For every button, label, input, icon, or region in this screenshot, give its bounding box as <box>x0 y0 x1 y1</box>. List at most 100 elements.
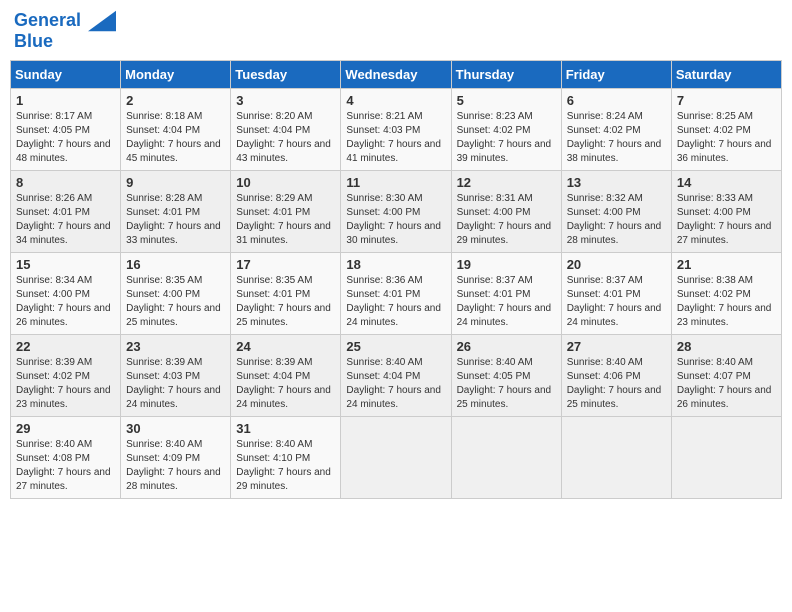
calendar-week-row: 22 Sunrise: 8:39 AMSunset: 4:02 PMDaylig… <box>11 334 782 416</box>
day-number: 22 <box>16 339 115 354</box>
logo-blue: Blue <box>14 32 116 52</box>
calendar-cell <box>671 416 781 498</box>
day-number: 25 <box>346 339 445 354</box>
day-number: 11 <box>346 175 445 190</box>
calendar-cell: 24 Sunrise: 8:39 AMSunset: 4:04 PMDaylig… <box>231 334 341 416</box>
cell-info: Sunrise: 8:39 AMSunset: 4:04 PMDaylight:… <box>236 357 331 410</box>
calendar-cell: 23 Sunrise: 8:39 AMSunset: 4:03 PMDaylig… <box>121 334 231 416</box>
cell-info: Sunrise: 8:29 AMSunset: 4:01 PMDaylight:… <box>236 193 331 246</box>
page-header: General Blue <box>10 10 782 52</box>
day-number: 8 <box>16 175 115 190</box>
cell-info: Sunrise: 8:21 AMSunset: 4:03 PMDaylight:… <box>346 111 441 164</box>
cell-info: Sunrise: 8:23 AMSunset: 4:02 PMDaylight:… <box>457 111 552 164</box>
calendar-cell: 7 Sunrise: 8:25 AMSunset: 4:02 PMDayligh… <box>671 88 781 170</box>
calendar-week-row: 29 Sunrise: 8:40 AMSunset: 4:08 PMDaylig… <box>11 416 782 498</box>
calendar-cell: 26 Sunrise: 8:40 AMSunset: 4:05 PMDaylig… <box>451 334 561 416</box>
day-number: 23 <box>126 339 225 354</box>
cell-info: Sunrise: 8:38 AMSunset: 4:02 PMDaylight:… <box>677 275 772 328</box>
day-number: 18 <box>346 257 445 272</box>
day-number: 31 <box>236 421 335 436</box>
calendar-cell <box>341 416 451 498</box>
day-number: 9 <box>126 175 225 190</box>
calendar-cell: 17 Sunrise: 8:35 AMSunset: 4:01 PMDaylig… <box>231 252 341 334</box>
calendar-week-row: 8 Sunrise: 8:26 AMSunset: 4:01 PMDayligh… <box>11 170 782 252</box>
day-number: 5 <box>457 93 556 108</box>
calendar-week-row: 15 Sunrise: 8:34 AMSunset: 4:00 PMDaylig… <box>11 252 782 334</box>
calendar-cell: 27 Sunrise: 8:40 AMSunset: 4:06 PMDaylig… <box>561 334 671 416</box>
calendar-table: SundayMondayTuesdayWednesdayThursdayFrid… <box>10 60 782 499</box>
day-of-week-header: Thursday <box>451 60 561 88</box>
calendar-cell: 28 Sunrise: 8:40 AMSunset: 4:07 PMDaylig… <box>671 334 781 416</box>
cell-info: Sunrise: 8:20 AMSunset: 4:04 PMDaylight:… <box>236 111 331 164</box>
day-number: 30 <box>126 421 225 436</box>
calendar-cell: 3 Sunrise: 8:20 AMSunset: 4:04 PMDayligh… <box>231 88 341 170</box>
day-of-week-header: Wednesday <box>341 60 451 88</box>
calendar-cell: 12 Sunrise: 8:31 AMSunset: 4:00 PMDaylig… <box>451 170 561 252</box>
day-of-week-header: Friday <box>561 60 671 88</box>
calendar-header-row: SundayMondayTuesdayWednesdayThursdayFrid… <box>11 60 782 88</box>
cell-info: Sunrise: 8:36 AMSunset: 4:01 PMDaylight:… <box>346 275 441 328</box>
cell-info: Sunrise: 8:39 AMSunset: 4:02 PMDaylight:… <box>16 357 111 410</box>
cell-info: Sunrise: 8:40 AMSunset: 4:10 PMDaylight:… <box>236 439 331 492</box>
cell-info: Sunrise: 8:31 AMSunset: 4:00 PMDaylight:… <box>457 193 552 246</box>
day-of-week-header: Saturday <box>671 60 781 88</box>
calendar-cell: 1 Sunrise: 8:17 AMSunset: 4:05 PMDayligh… <box>11 88 121 170</box>
day-number: 15 <box>16 257 115 272</box>
day-number: 16 <box>126 257 225 272</box>
calendar-cell: 2 Sunrise: 8:18 AMSunset: 4:04 PMDayligh… <box>121 88 231 170</box>
cell-info: Sunrise: 8:28 AMSunset: 4:01 PMDaylight:… <box>126 193 221 246</box>
cell-info: Sunrise: 8:33 AMSunset: 4:00 PMDaylight:… <box>677 193 772 246</box>
calendar-cell: 19 Sunrise: 8:37 AMSunset: 4:01 PMDaylig… <box>451 252 561 334</box>
calendar-cell: 25 Sunrise: 8:40 AMSunset: 4:04 PMDaylig… <box>341 334 451 416</box>
day-number: 4 <box>346 93 445 108</box>
day-number: 27 <box>567 339 666 354</box>
calendar-cell <box>561 416 671 498</box>
calendar-cell: 8 Sunrise: 8:26 AMSunset: 4:01 PMDayligh… <box>11 170 121 252</box>
cell-info: Sunrise: 8:17 AMSunset: 4:05 PMDaylight:… <box>16 111 111 164</box>
cell-info: Sunrise: 8:40 AMSunset: 4:09 PMDaylight:… <box>126 439 221 492</box>
day-number: 29 <box>16 421 115 436</box>
calendar-week-row: 1 Sunrise: 8:17 AMSunset: 4:05 PMDayligh… <box>11 88 782 170</box>
calendar-cell: 15 Sunrise: 8:34 AMSunset: 4:00 PMDaylig… <box>11 252 121 334</box>
cell-info: Sunrise: 8:24 AMSunset: 4:02 PMDaylight:… <box>567 111 662 164</box>
calendar-cell: 10 Sunrise: 8:29 AMSunset: 4:01 PMDaylig… <box>231 170 341 252</box>
day-number: 1 <box>16 93 115 108</box>
day-of-week-header: Sunday <box>11 60 121 88</box>
calendar-cell: 13 Sunrise: 8:32 AMSunset: 4:00 PMDaylig… <box>561 170 671 252</box>
cell-info: Sunrise: 8:40 AMSunset: 4:05 PMDaylight:… <box>457 357 552 410</box>
day-of-week-header: Monday <box>121 60 231 88</box>
cell-info: Sunrise: 8:39 AMSunset: 4:03 PMDaylight:… <box>126 357 221 410</box>
calendar-cell <box>451 416 561 498</box>
cell-info: Sunrise: 8:32 AMSunset: 4:00 PMDaylight:… <box>567 193 662 246</box>
calendar-cell: 18 Sunrise: 8:36 AMSunset: 4:01 PMDaylig… <box>341 252 451 334</box>
day-number: 17 <box>236 257 335 272</box>
cell-info: Sunrise: 8:37 AMSunset: 4:01 PMDaylight:… <box>567 275 662 328</box>
day-number: 21 <box>677 257 776 272</box>
cell-info: Sunrise: 8:25 AMSunset: 4:02 PMDaylight:… <box>677 111 772 164</box>
cell-info: Sunrise: 8:34 AMSunset: 4:00 PMDaylight:… <box>16 275 111 328</box>
day-number: 26 <box>457 339 556 354</box>
calendar-cell: 9 Sunrise: 8:28 AMSunset: 4:01 PMDayligh… <box>121 170 231 252</box>
logo-text: General <box>14 10 116 32</box>
cell-info: Sunrise: 8:26 AMSunset: 4:01 PMDaylight:… <box>16 193 111 246</box>
calendar-cell: 6 Sunrise: 8:24 AMSunset: 4:02 PMDayligh… <box>561 88 671 170</box>
calendar-cell: 22 Sunrise: 8:39 AMSunset: 4:02 PMDaylig… <box>11 334 121 416</box>
calendar-cell: 11 Sunrise: 8:30 AMSunset: 4:00 PMDaylig… <box>341 170 451 252</box>
calendar-cell: 29 Sunrise: 8:40 AMSunset: 4:08 PMDaylig… <box>11 416 121 498</box>
day-of-week-header: Tuesday <box>231 60 341 88</box>
cell-info: Sunrise: 8:40 AMSunset: 4:04 PMDaylight:… <box>346 357 441 410</box>
calendar-cell: 21 Sunrise: 8:38 AMSunset: 4:02 PMDaylig… <box>671 252 781 334</box>
cell-info: Sunrise: 8:40 AMSunset: 4:08 PMDaylight:… <box>16 439 111 492</box>
cell-info: Sunrise: 8:35 AMSunset: 4:00 PMDaylight:… <box>126 275 221 328</box>
day-number: 2 <box>126 93 225 108</box>
calendar-cell: 16 Sunrise: 8:35 AMSunset: 4:00 PMDaylig… <box>121 252 231 334</box>
calendar-cell: 14 Sunrise: 8:33 AMSunset: 4:00 PMDaylig… <box>671 170 781 252</box>
cell-info: Sunrise: 8:40 AMSunset: 4:06 PMDaylight:… <box>567 357 662 410</box>
logo: General Blue <box>14 10 116 52</box>
cell-info: Sunrise: 8:35 AMSunset: 4:01 PMDaylight:… <box>236 275 331 328</box>
cell-info: Sunrise: 8:40 AMSunset: 4:07 PMDaylight:… <box>677 357 772 410</box>
day-number: 14 <box>677 175 776 190</box>
calendar-cell: 30 Sunrise: 8:40 AMSunset: 4:09 PMDaylig… <box>121 416 231 498</box>
calendar-cell: 4 Sunrise: 8:21 AMSunset: 4:03 PMDayligh… <box>341 88 451 170</box>
calendar-cell: 5 Sunrise: 8:23 AMSunset: 4:02 PMDayligh… <box>451 88 561 170</box>
